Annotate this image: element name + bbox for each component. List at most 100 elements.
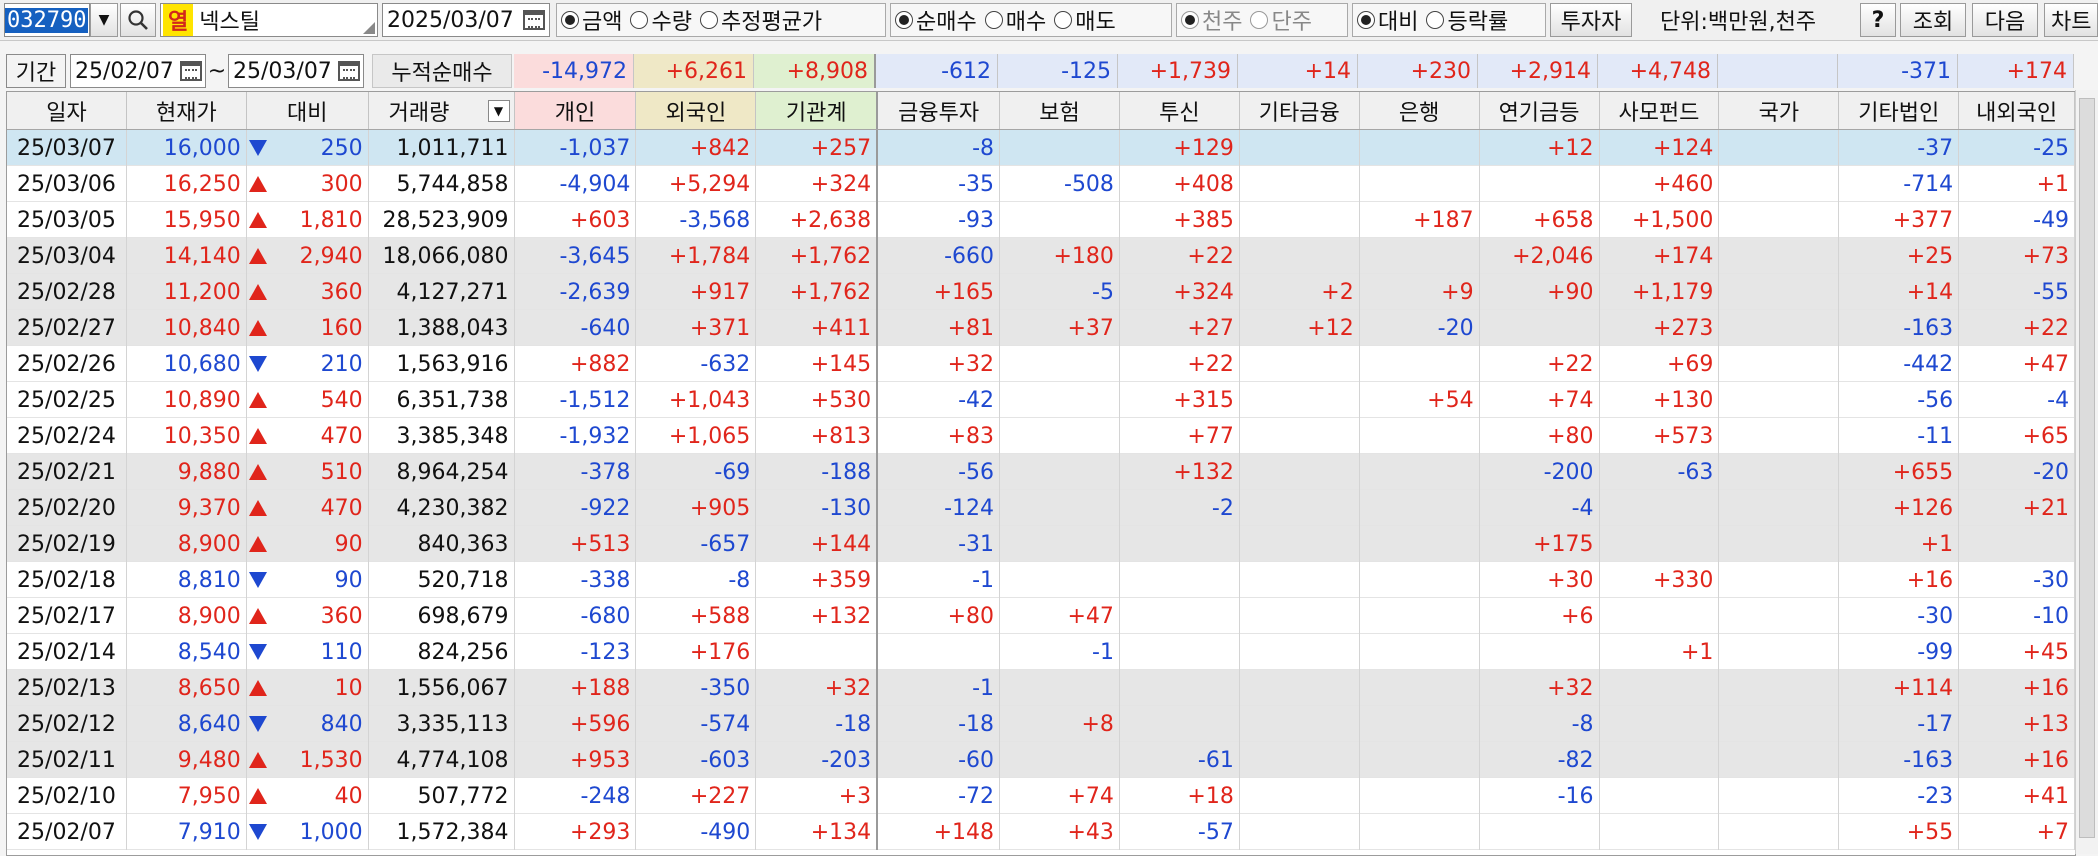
table-row[interactable]: 25/02/21 9,880 510 8,964,254 -378 -69 -188 -56 +…	[7, 454, 2075, 490]
period-end-input[interactable]: 25/03/07	[228, 54, 364, 88]
cell-state	[1719, 238, 1840, 274]
table-row[interactable]: 25/02/18 8,810 90 520,718 -338 -8 +359 -1 +30 +33…	[7, 562, 2075, 598]
col-price[interactable]: 현재가	[127, 92, 247, 129]
scrollbar-thumb[interactable]	[2079, 98, 2095, 838]
cell-foreigner-domestic: +47	[1959, 346, 2075, 382]
value-type-avgprice-radio[interactable]: 추정평균가	[699, 4, 822, 36]
value-type-amount-radio[interactable]: 금액	[561, 4, 622, 36]
col-diff[interactable]: 대비	[247, 92, 369, 129]
cell-trust: +22	[1120, 346, 1240, 382]
cell-institution: +2,638	[756, 202, 879, 238]
cell-diff: 360	[247, 274, 369, 310]
col-foreign[interactable]: 외국인	[636, 92, 757, 129]
col-trust[interactable]: 투신	[1120, 92, 1240, 129]
table-row[interactable]: 25/02/19 8,900 90 840,363 +513 -657 +144 -31 +17…	[7, 526, 2075, 562]
cell-other-corp: -11	[1839, 418, 1960, 454]
table-row[interactable]: 25/02/10 7,950 40 507,772 -248 +227 +3 -72 +74 +1…	[7, 778, 2075, 814]
cell-trust	[1120, 634, 1240, 670]
chart-button[interactable]: 차트	[2044, 3, 2098, 37]
table-row[interactable]: 25/02/11 9,480 1,530 4,774,108 +953 -603 -203-…	[7, 742, 2075, 778]
cell-diff-value: 1,000	[299, 819, 363, 845]
cell-pension: +658	[1480, 202, 1600, 238]
trade-type-net-radio[interactable]: 순매수	[895, 4, 977, 36]
table-row[interactable]: 25/02/28 11,200 360 4,127,271 -2,639 +917 +1,7…	[7, 274, 2075, 310]
col-pension[interactable]: 연기금등	[1480, 92, 1600, 129]
col-other-corp[interactable]: 기타법인	[1839, 92, 1960, 129]
start-calendar-icon[interactable]	[180, 61, 202, 81]
stock-search-button[interactable]	[120, 3, 156, 37]
unit-thousand-radio[interactable]: 천주	[1181, 4, 1242, 36]
table-row[interactable]: 25/02/14 8,540 110 824,256 -123 +176 -1 +1 -99 +4…	[7, 634, 2075, 670]
value-type-quantity-radio[interactable]: 수량	[630, 4, 692, 36]
compare-diff-radio[interactable]: 대비	[1357, 4, 1418, 36]
cell-other-finance	[1240, 742, 1360, 778]
investor-button[interactable]: 투자자	[1550, 3, 1632, 37]
cell-institution	[756, 634, 879, 670]
table-row[interactable]: 25/02/27 10,840 160 1,388,043 -640 +371 +411 +8…	[7, 310, 2075, 346]
col-state[interactable]: 국가	[1719, 92, 1840, 129]
cell-price: 8,640	[127, 706, 247, 742]
cell-individual: +953	[515, 742, 637, 778]
trade-type-sell-radio[interactable]: 매도	[1054, 4, 1116, 36]
table-row[interactable]: 25/03/05 15,950 1,810 28,523,909 +603 -3,568 +…	[7, 202, 2075, 238]
cell-foreign: +905	[636, 490, 757, 526]
cell-private-fund	[1600, 706, 1720, 742]
cell-other-corp: -163	[1839, 310, 1960, 346]
col-financial-invest[interactable]: 금융투자	[878, 92, 1001, 129]
cell-financial-invest: -35	[878, 166, 1001, 202]
help-button[interactable]: ?	[1860, 3, 1896, 37]
table-row[interactable]: 25/02/24 10,350 470 3,385,348 -1,932 +1,065 +8…	[7, 418, 2075, 454]
cell-bank	[1360, 670, 1480, 706]
table-row[interactable]: 25/03/04 14,140 2,940 18,066,080 -3,645 +1,78…	[7, 238, 2075, 274]
col-private-fund[interactable]: 사모펀드	[1600, 92, 1720, 129]
col-other-finance[interactable]: 기타금융	[1240, 92, 1360, 129]
end-calendar-icon[interactable]	[338, 61, 360, 81]
table-row[interactable]: 25/02/25 10,890 540 6,351,738 -1,512 +1,043 +5…	[7, 382, 2075, 418]
compare-rate-radio[interactable]: 등락률	[1426, 4, 1508, 36]
table-row[interactable]: 25/02/12 8,640 840 3,335,113 +596 -574 -18 -18 +…	[7, 706, 2075, 742]
cell-foreign: -69	[636, 454, 757, 490]
col-date[interactable]: 일자	[7, 92, 127, 129]
period-start-input[interactable]: 25/02/07	[70, 54, 206, 88]
stock-code-text: 032790	[5, 7, 89, 33]
cell-volume: 1,563,916	[369, 346, 515, 382]
cell-other-finance	[1240, 382, 1360, 418]
table-row[interactable]: 25/02/17 8,900 360 698,679 -680 +588 +132 +80 +4…	[7, 598, 2075, 634]
table-row[interactable]: 25/03/07 16,000 250 1,011,711 -1,037 +842 +257…	[7, 130, 2075, 166]
cell-diff: 40	[247, 778, 369, 814]
table-row[interactable]: 25/02/07 7,910 1,000 1,572,384 +293 -490 +134 +…	[7, 814, 2075, 850]
query-button[interactable]: 조회	[1900, 3, 1966, 37]
cell-other-finance	[1240, 166, 1360, 202]
trade-type-buy-radio[interactable]: 매수	[984, 4, 1046, 36]
table-row[interactable]: 25/02/26 10,680 210 1,563,916 +882 -632 +145 +3…	[7, 346, 2075, 382]
volume-dropdown-icon[interactable]: ▼	[487, 100, 510, 122]
calendar-icon[interactable]	[523, 10, 545, 30]
cell-individual: +603	[515, 202, 637, 238]
cell-diff-value: 250	[320, 135, 363, 161]
cell-date: 25/02/17	[7, 598, 127, 634]
cell-bank: +9	[1360, 274, 1480, 310]
vertical-scrollbar[interactable]	[2075, 90, 2098, 854]
arrow-up-icon	[248, 176, 267, 192]
col-bank[interactable]: 은행	[1360, 92, 1480, 129]
cell-institution: +144	[756, 526, 879, 562]
unit-single-radio[interactable]: 단주	[1250, 4, 1312, 36]
col-foreigner-domestic[interactable]: 내외국인	[1959, 92, 2075, 129]
stock-name-field[interactable]: 열 넥스틸	[160, 3, 378, 37]
col-volume[interactable]: 거래량 ▼	[369, 92, 515, 129]
stock-dropdown-button[interactable]: ▼	[90, 3, 118, 37]
col-insurance[interactable]: 보험	[1000, 92, 1120, 129]
cell-diff-value: 160	[320, 315, 363, 341]
col-institution[interactable]: 기관계	[756, 92, 879, 129]
date-input[interactable]: 2025/03/07	[382, 3, 550, 37]
col-individual[interactable]: 개인	[514, 92, 637, 129]
stock-code-input[interactable]: 032790	[4, 3, 90, 37]
table-row[interactable]: 25/02/20 9,370 470 4,230,382 -922 +905 -130 -12…	[7, 490, 2075, 526]
next-button[interactable]: 다음	[1972, 3, 2038, 37]
cell-institution: -203	[756, 742, 879, 778]
cell-state	[1719, 202, 1840, 238]
cell-individual: -248	[515, 778, 637, 814]
cell-trust: +18	[1120, 778, 1240, 814]
table-row[interactable]: 25/02/13 8,650 10 1,556,067 +188 -350 +32 -1 +32…	[7, 670, 2075, 706]
table-row[interactable]: 25/03/06 16,250 300 5,744,858 -4,904 +5,294 +3…	[7, 166, 2075, 202]
